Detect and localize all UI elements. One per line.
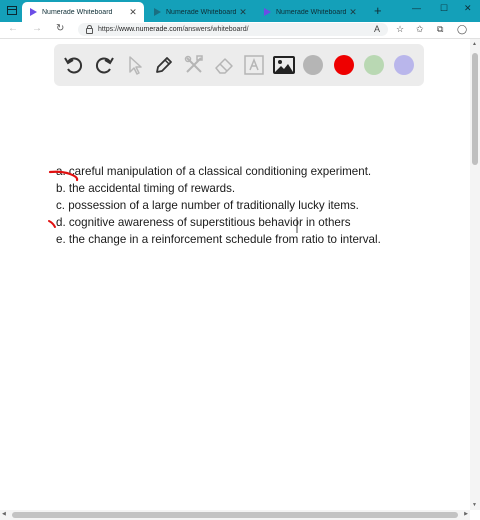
tab-numerade-whiteboard-2[interactable]: Numerade Whiteboard ✕ (146, 2, 254, 22)
option-c: c. possession of a large number of tradi… (56, 199, 359, 212)
option-e: e. the change in a reinforcement schedul… (56, 233, 381, 246)
color-swatch-red[interactable] (334, 55, 354, 75)
tools-icon[interactable] (182, 53, 206, 77)
close-window-button[interactable]: ✕ (464, 3, 472, 14)
numerade-favicon-icon (264, 8, 271, 16)
tab-label: Numerade Whiteboard (42, 8, 113, 16)
read-aloud-icon[interactable]: A (374, 24, 380, 34)
favorites-icon[interactable]: ✩ (416, 24, 424, 35)
whiteboard-toolbar (54, 44, 424, 86)
refresh-icon[interactable]: ↻ (56, 23, 64, 34)
numerade-favicon-icon (154, 8, 161, 16)
option-b: b. the accidental timing of rewards. (56, 182, 236, 195)
ink-check-mark (48, 220, 56, 228)
tab-label: Numerade Whiteboard (276, 8, 346, 16)
forward-icon[interactable]: → (32, 23, 42, 34)
tab-close-icon[interactable]: ✕ (126, 7, 140, 18)
url-text: https://www.numerade.com/answers/whitebo… (98, 26, 249, 33)
collections-icon[interactable]: ⧉ (437, 24, 443, 35)
tab-close-icon[interactable]: ✕ (346, 7, 360, 18)
address-bar: ← → ↻ https://www.numerade.com/answers/w… (0, 22, 480, 39)
horizontal-scroll-thumb[interactable] (12, 512, 458, 518)
lock-icon (86, 24, 93, 34)
tab-numerade-whiteboard-3[interactable]: Numerade Whiteboard ✕ (256, 2, 364, 22)
eraser-icon[interactable] (212, 53, 236, 77)
horizontal-scrollbar[interactable]: ◀ ▶ (0, 510, 470, 520)
redo-icon[interactable] (92, 53, 116, 77)
new-tab-button[interactable]: + (374, 3, 382, 18)
tab-actions-icon[interactable] (7, 6, 17, 15)
tab-label: Numerade Whiteboard (166, 8, 236, 16)
undo-icon[interactable] (62, 53, 86, 77)
color-swatch-purple[interactable] (394, 55, 414, 75)
scroll-down-icon[interactable]: ▼ (472, 502, 477, 508)
back-icon[interactable]: ← (8, 23, 18, 34)
tab-close-icon[interactable]: ✕ (236, 7, 250, 18)
scroll-up-icon[interactable]: ▲ (472, 41, 477, 47)
profile-icon[interactable]: ◯ (457, 24, 467, 35)
minimize-button[interactable]: — (412, 3, 421, 13)
vertical-scroll-thumb[interactable] (472, 53, 478, 165)
vertical-scrollbar[interactable]: ▲ ▼ (470, 39, 480, 510)
color-swatch-green[interactable] (364, 55, 384, 75)
numerade-favicon-icon (30, 8, 37, 16)
pen-icon[interactable] (152, 53, 176, 77)
option-a: a. careful manipulation of a classical c… (56, 165, 372, 178)
browser-titlebar: Numerade Whiteboard ✕ Numerade Whiteboar… (0, 0, 480, 22)
tab-numerade-whiteboard-1[interactable]: Numerade Whiteboard ✕ (22, 2, 144, 22)
image-icon[interactable] (272, 53, 296, 77)
scroll-left-icon[interactable]: ◀ (2, 511, 6, 517)
url-field[interactable]: https://www.numerade.com/answers/whitebo… (78, 23, 388, 36)
text-icon[interactable] (242, 53, 266, 77)
favorite-star-icon[interactable]: ☆ (396, 24, 404, 35)
option-d: d. cognitive awareness of superstitious … (56, 216, 351, 229)
maximize-button[interactable]: ☐ (440, 3, 448, 14)
scroll-right-icon[interactable]: ▶ (464, 511, 468, 517)
color-swatch-gray[interactable] (303, 55, 323, 75)
pointer-icon[interactable] (122, 53, 146, 77)
